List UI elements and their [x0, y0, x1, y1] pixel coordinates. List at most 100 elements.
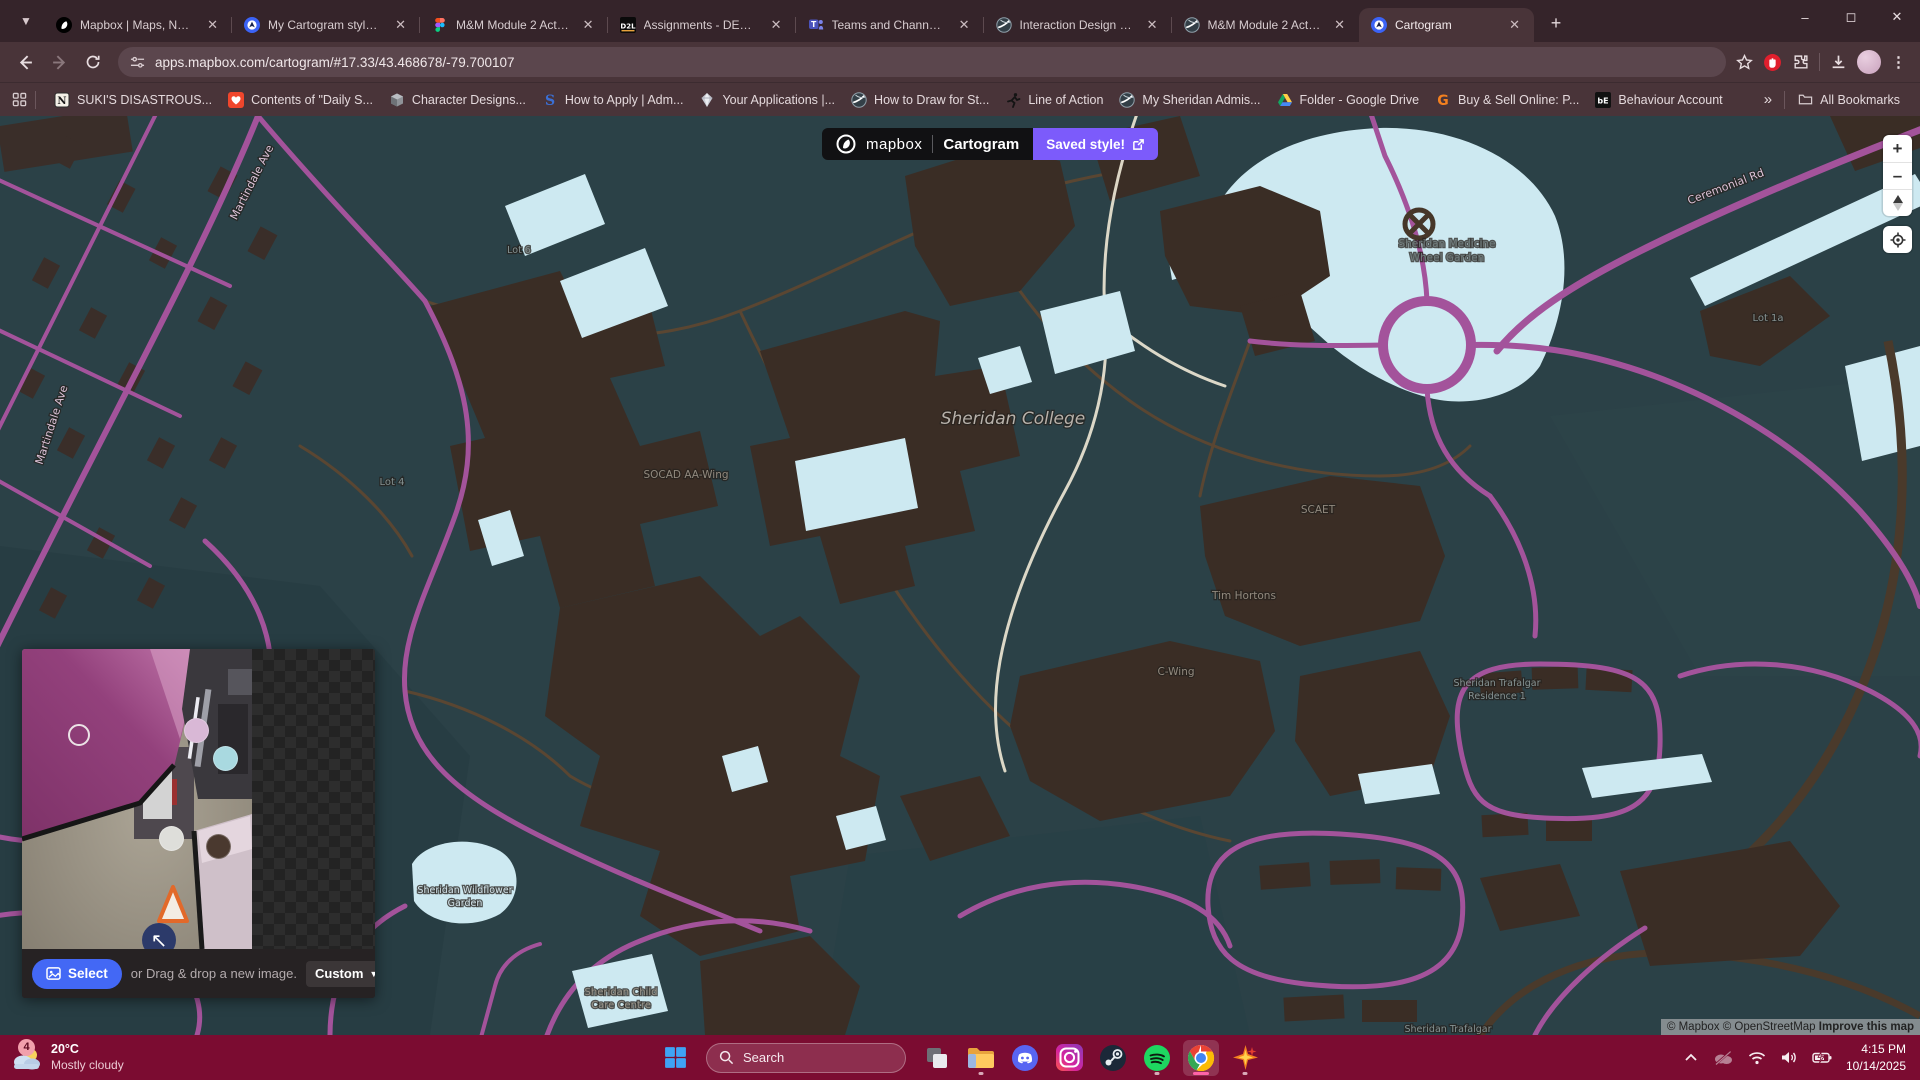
svg-text:S: S: [545, 93, 555, 108]
color-swatch-marker[interactable]: [213, 746, 238, 771]
steam-taskbar-button[interactable]: [1095, 1040, 1131, 1076]
compass-button[interactable]: [1883, 189, 1912, 216]
bookmark-item[interactable]: My Sheridan Admis...: [1111, 88, 1268, 112]
tab-title: M&M Module 2 Activity 1: [456, 18, 571, 32]
custom-palette-dropdown[interactable]: Custom ▼: [306, 961, 375, 987]
bookmark-label: Folder - Google Drive: [1300, 93, 1420, 107]
svg-text:D2L: D2L: [620, 23, 636, 31]
bookmark-item[interactable]: Contents of "Daily S...: [220, 88, 381, 112]
bookmark-item[interactable]: N SUKI'S DISASTROUS...: [46, 88, 220, 112]
tab-close-icon[interactable]: ✕: [1330, 16, 1349, 34]
site-settings-icon[interactable]: [130, 55, 145, 70]
map-label: Sheridan Medicine: [1398, 238, 1495, 250]
map-label: Residence 1: [1468, 691, 1526, 702]
bookmark-star-icon[interactable]: [1736, 54, 1753, 71]
spotify-taskbar-button[interactable]: [1139, 1040, 1175, 1076]
bookmarks-overflow-chevron[interactable]: »: [1756, 87, 1780, 112]
battery-charging-icon[interactable]: [1812, 1051, 1832, 1064]
folder-outline-icon: [1797, 92, 1813, 108]
browser-tab[interactable]: My Cartogram style | Map ✕: [232, 8, 420, 42]
window-maximize-button[interactable]: ◻: [1828, 0, 1874, 34]
address-bar[interactable]: apps.mapbox.com/cartogram/#17.33/43.4686…: [118, 47, 1726, 77]
bookmark-item[interactable]: bE Behaviour Account: [1587, 88, 1730, 112]
bookmark-item[interactable]: Line of Action: [997, 88, 1111, 112]
browser-menu-icon[interactable]: ⋮: [1891, 53, 1906, 71]
discord-taskbar-button[interactable]: [1007, 1040, 1043, 1076]
bookmark-item[interactable]: S How to Apply | Adm...: [534, 88, 692, 112]
browser-tab[interactable]: Interaction Design Week 6 ✕: [984, 8, 1172, 42]
all-bookmarks-button[interactable]: All Bookmarks: [1789, 88, 1908, 112]
tray-chevron-icon[interactable]: [1684, 1051, 1698, 1065]
steam-icon: [1099, 1044, 1127, 1072]
taskbar-search-box[interactable]: Search: [706, 1043, 906, 1073]
bookmark-item[interactable]: Character Designs...: [381, 88, 534, 112]
tab-close-icon[interactable]: ✕: [391, 16, 410, 34]
source-image-panel: ↖ Select or Drag & drop a new image. Cus…: [22, 649, 375, 998]
bookmark-item[interactable]: How to Draw for St...: [843, 88, 997, 112]
extensions-puzzle-icon[interactable]: [1792, 54, 1809, 71]
profile-avatar[interactable]: [1857, 50, 1881, 74]
bookmark-label: Your Applications |...: [722, 93, 835, 107]
apps-grid-icon[interactable]: [12, 92, 27, 107]
browser-tab-active[interactable]: Cartogram ✕: [1359, 8, 1534, 42]
instagram-taskbar-button[interactable]: [1051, 1040, 1087, 1076]
tab-close-icon[interactable]: ✕: [1143, 16, 1162, 34]
window-close-button[interactable]: ✕: [1874, 0, 1920, 34]
tray-date: 10/14/2025: [1846, 1058, 1906, 1074]
cartogram-header: mapbox Cartogram Saved style!: [822, 128, 1158, 160]
color-swatch-marker[interactable]: [68, 724, 90, 746]
browser-tab[interactable]: M&M Module 2 Activity 1 ✕: [420, 8, 608, 42]
zoom-in-button[interactable]: +: [1883, 135, 1912, 162]
tab-close-icon[interactable]: ✕: [203, 16, 222, 34]
adblock-extension-icon[interactable]: [1763, 53, 1782, 72]
bookmark-item[interactable]: G Buy & Sell Online: P...: [1427, 88, 1587, 112]
globe-icon: [1184, 17, 1200, 33]
tab-close-icon[interactable]: ✕: [955, 16, 974, 34]
select-image-button[interactable]: Select: [32, 959, 122, 989]
browser-tab[interactable]: T Teams and Channels | Gen ✕: [796, 8, 984, 42]
browser-tab[interactable]: M&M Module 2 Activity 1 ✕: [1172, 8, 1360, 42]
tab-close-icon[interactable]: ✕: [579, 16, 598, 34]
bookmark-label: How to Draw for St...: [874, 93, 989, 107]
chrome-taskbar-button[interactable]: [1183, 1040, 1219, 1076]
back-icon[interactable]: [10, 47, 40, 77]
cartogram-app-name: Cartogram: [943, 136, 1019, 153]
discord-icon: [1011, 1044, 1039, 1072]
color-swatch-marker[interactable]: [184, 718, 209, 743]
browser-tab[interactable]: D2L Assignments - DESN2742 ✕: [608, 8, 796, 42]
globe-icon: [1119, 92, 1135, 108]
gem-icon: [699, 92, 715, 108]
new-tab-button[interactable]: +: [1542, 9, 1570, 37]
taskview-taskbar-button[interactable]: [919, 1040, 955, 1076]
browser-tab[interactable]: Mapbox | Maps, Navigatio ✕: [44, 8, 232, 42]
forward-icon[interactable]: [44, 47, 74, 77]
improve-map-link[interactable]: Improve this map: [1819, 1021, 1914, 1033]
downloads-icon[interactable]: [1830, 54, 1847, 71]
spark-taskbar-button[interactable]: [1227, 1040, 1263, 1076]
weather-widget[interactable]: 4 20°C Mostly cloudy: [0, 1042, 260, 1073]
tab-title: Teams and Channels | Gen: [832, 18, 947, 32]
source-photo[interactable]: ↖: [22, 649, 252, 949]
bookmark-item[interactable]: Your Applications |...: [691, 88, 843, 112]
onedrive-paused-icon[interactable]: [1712, 1050, 1734, 1066]
zoom-out-button[interactable]: –: [1883, 162, 1912, 189]
start-button[interactable]: [657, 1040, 693, 1076]
volume-icon[interactable]: [1780, 1050, 1798, 1065]
drive-icon: [1277, 92, 1293, 108]
clock-widget[interactable]: 4:15 PM 10/14/2025: [1846, 1041, 1906, 1073]
bookmark-item[interactable]: Folder - Google Drive: [1269, 88, 1428, 112]
color-swatch-marker[interactable]: [159, 826, 184, 851]
saved-style-button[interactable]: Saved style!: [1033, 128, 1158, 160]
tab-close-icon[interactable]: ✕: [1505, 16, 1524, 34]
reload-icon[interactable]: [78, 47, 108, 77]
wifi-icon[interactable]: [1748, 1051, 1766, 1065]
explorer-taskbar-button[interactable]: [963, 1040, 999, 1076]
tab-close-icon[interactable]: ✕: [767, 16, 786, 34]
behaviour-icon: bE: [1595, 92, 1611, 108]
geolocate-button[interactable]: [1883, 226, 1912, 253]
tab-search-chevron-icon[interactable]: ▼: [12, 7, 40, 35]
map-viewport[interactable]: Martindale AveMartindale AveCeremonial R…: [0, 116, 1920, 1035]
color-swatch-marker[interactable]: [206, 834, 231, 859]
heart-icon: [228, 92, 244, 108]
window-minimize-button[interactable]: –: [1782, 0, 1828, 34]
